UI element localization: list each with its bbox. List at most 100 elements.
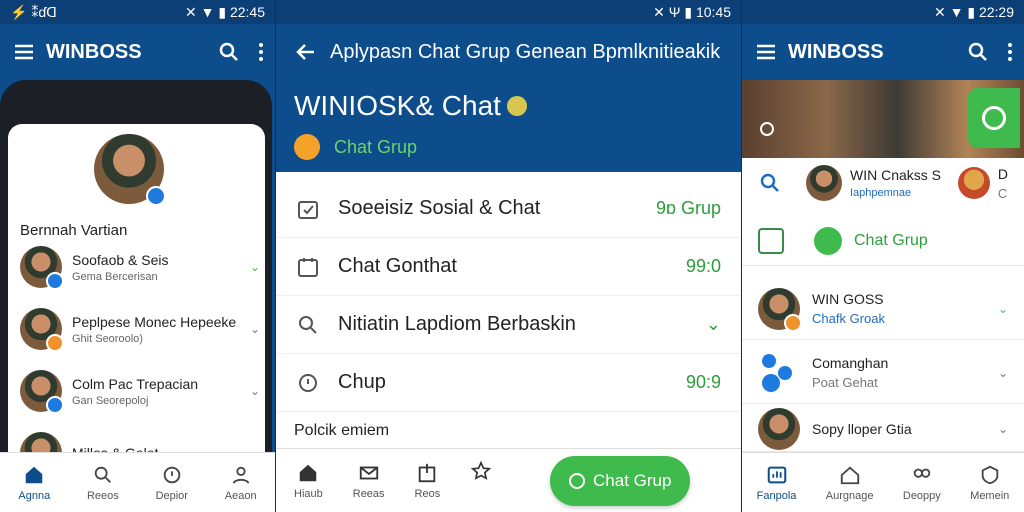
nav-label: Depior <box>155 489 188 502</box>
status-clock: ✕ ▼ ▮ 22:29 <box>934 3 1014 20</box>
group-icon <box>758 352 800 394</box>
chevron-down-icon[interactable]: ⌄ <box>250 384 260 398</box>
search-icon[interactable] <box>758 171 782 195</box>
contact-sub: Chafk Groak <box>812 311 885 326</box>
verified-icon <box>146 186 166 206</box>
contact-name: Peplpese Monec Hepeeke <box>72 313 237 330</box>
phone-screen: Bernnah Vartian Soofaob & Seis Gema Berce… <box>8 124 265 484</box>
nav-home[interactable]: Aurgnage <box>826 464 874 502</box>
group-title: WINIOSK& Chat <box>294 90 723 122</box>
group-title-text: WINIOSK& Chat <box>294 90 501 121</box>
status-clock: ✕ ▼ ▮ 22:45 <box>185 3 265 20</box>
nav-groups[interactable]: Deoppy <box>903 464 941 502</box>
contact-sub: Gema Bercerisan <box>72 270 158 283</box>
menu-icon[interactable] <box>12 40 36 64</box>
header-title: Aplypasn Chat Grup Genean Bpmlknitieakik <box>330 40 721 63</box>
chat-grup-row[interactable]: Chat Grup <box>742 216 1024 266</box>
contact-name: Colm Pac Trepacian <box>72 375 199 392</box>
home-icon <box>300 464 317 481</box>
nav-profile[interactable]: Memein <box>970 464 1009 502</box>
more-icon[interactable] <box>1008 43 1012 61</box>
status-bar: ⚡ ⁑ɗᗡ ✕ ▼ ▮ 22:45 <box>0 0 275 24</box>
contact-row[interactable]: Soofaob & Seis Gema Bercerisan ⌄ <box>20 246 260 290</box>
nav-label: Aeaon <box>224 489 257 502</box>
shield-icon <box>981 465 998 484</box>
mail-icon <box>359 466 378 479</box>
row-label: Nitiatin Lapdiom Berbaskin <box>338 313 576 335</box>
menu-icon[interactable] <box>754 40 778 64</box>
nav-label: Hiaub <box>294 487 323 500</box>
contact-sub: Gan Seorepoloj <box>72 394 149 407</box>
avatar <box>758 287 802 332</box>
chevron-down-icon[interactable]: ⌄ <box>998 366 1008 380</box>
contact-row[interactable]: Colm Pac Trepacian Gan Seorepoloj ⌄ <box>20 370 260 414</box>
groups-icon <box>913 468 931 478</box>
more-icon[interactable] <box>259 43 263 61</box>
menu-row-search[interactable]: Nitiatin Lapdiom Berbaskin ⌄ <box>276 296 741 354</box>
row-value: 99:0 <box>685 256 721 276</box>
row-value: 9ɒ Grup <box>655 198 721 218</box>
qr-icon[interactable] <box>758 227 784 254</box>
home-icon <box>26 466 43 483</box>
nav-info[interactable]: Depior <box>156 464 188 502</box>
contact-sub: C <box>997 185 1008 201</box>
app-bar: WINBOSS <box>742 24 1024 80</box>
status-clock: ✕ Ψ ▮ 10:45 <box>653 3 731 20</box>
search-icon[interactable] <box>966 40 990 64</box>
profile-name: Bernnah Vartian <box>20 222 128 239</box>
chat-grup-label[interactable]: Chat Grup <box>294 134 723 160</box>
contact-row[interactable]: Comanghan Poat Gehat ⌄ <box>742 342 1024 404</box>
profile-green-icon[interactable] <box>968 88 1020 148</box>
search-icon[interactable] <box>217 40 241 64</box>
nav-messages[interactable]: Reeas <box>353 462 385 500</box>
nav-label: Reos <box>414 487 441 500</box>
profile-avatar <box>94 134 166 206</box>
feed-icon <box>767 466 786 483</box>
bottom-nav: Agnna Reeos Depior Aeaon <box>0 452 275 512</box>
top-contact-row[interactable]: WIN Cnakss S Iaphpemnae D C <box>742 158 1024 208</box>
camera-icon[interactable] <box>760 122 774 136</box>
contact-row[interactable]: Sopy lloper Gtia ⌄ <box>742 406 1024 452</box>
nav-favorites[interactable] <box>470 460 492 486</box>
status-bar: ✕ Ψ ▮ 10:45 <box>276 0 741 24</box>
avatar <box>20 370 64 414</box>
nav-search[interactable]: Reeos <box>87 464 119 502</box>
nav-label: Fanpola <box>756 489 797 502</box>
nav-label: Deoppy <box>902 489 941 502</box>
nav-home[interactable]: Agnna <box>18 464 50 502</box>
search-icon <box>299 315 317 334</box>
row-label: Chat Gonthat <box>338 255 457 277</box>
menu-row-chat[interactable]: Chat Gonthat 99:0 <box>276 238 741 296</box>
clock-icon <box>299 373 317 392</box>
chevron-down-icon[interactable]: ⌄ <box>998 422 1008 436</box>
nav-feed[interactable]: Fanpola <box>756 464 797 502</box>
nav-label: Agnna <box>18 489 51 502</box>
chevron-down-icon[interactable]: ⌄ <box>998 302 1008 316</box>
chat-grup-button[interactable]: Chat Grup <box>550 455 691 506</box>
contact-name: D <box>997 165 1008 182</box>
avatar <box>20 246 64 290</box>
nav-label: Aurgnage <box>825 489 874 502</box>
nav-home[interactable]: Hiaub <box>294 462 323 500</box>
nav-share[interactable]: Reos <box>414 462 441 500</box>
banner-image <box>742 80 1024 158</box>
menu-row-group[interactable]: Chup 90:9 <box>276 354 741 412</box>
contact-row[interactable]: Peplpese Monec Hepeeke Ghit Seoroolo) ⌄ <box>20 308 260 352</box>
contact-name: WIN Cnakss S <box>850 167 942 183</box>
back-arrow-icon[interactable] <box>294 40 318 64</box>
status-icon <box>46 334 64 352</box>
contact-row[interactable]: WIN GOSS Chafk Groak ⌄ <box>742 278 1024 340</box>
chevron-down-icon[interactable]: ⌄ <box>250 322 260 336</box>
nav-label: Reeas <box>352 487 385 500</box>
contact-sub: Iaphpemnae <box>850 187 912 199</box>
chat-header: Aplypasn Chat Grup Genean Bpmlknitieakik… <box>276 24 741 172</box>
user-icon <box>232 466 249 484</box>
chat-grup-text: Chat Grup <box>334 136 418 157</box>
nav-account[interactable]: Aeaon <box>225 464 257 502</box>
avatar <box>806 165 842 201</box>
contact-name: WIN GOSS <box>812 291 884 307</box>
chevron-down-icon[interactable]: ⌄ <box>706 314 721 335</box>
chevron-down-icon[interactable]: ⌄ <box>250 260 260 274</box>
menu-row-social[interactable]: Soeeisiz Sosial & Chat 9ɒ Grup <box>276 180 741 238</box>
info-icon <box>163 466 181 483</box>
